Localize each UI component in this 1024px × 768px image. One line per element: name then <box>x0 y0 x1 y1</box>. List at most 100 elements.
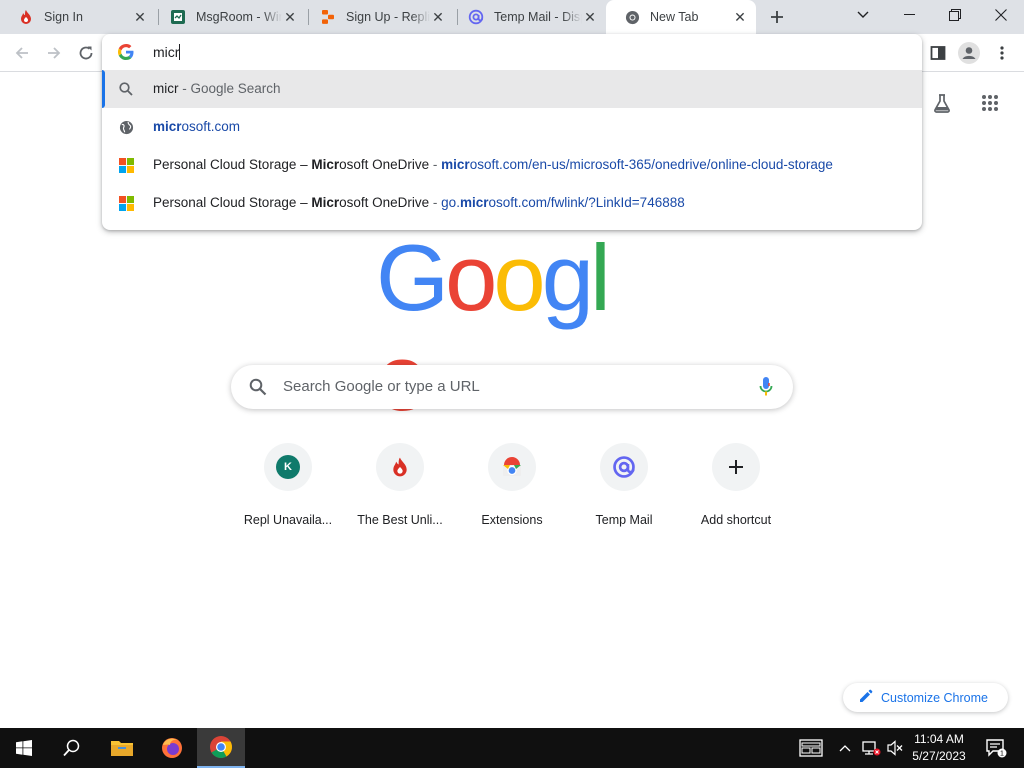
google-search-box[interactable]: Search Google or type a URL <box>231 365 793 409</box>
volume-button[interactable] <box>884 728 906 768</box>
customize-chrome-button[interactable]: Customize Chrome <box>843 683 1008 712</box>
tab-msgroom[interactable]: MsgRoom - Win ✕ <box>152 0 306 34</box>
tab-title: MsgRoom - Win <box>196 10 282 24</box>
shortcut-label: The Best Unli... <box>357 513 443 527</box>
shortcut-label: Extensions <box>481 513 543 527</box>
tab-search-button[interactable] <box>840 0 886 30</box>
close-icon <box>995 9 1007 21</box>
shortcut-repl-unavailable[interactable]: K Repl Unavaila... <box>232 441 344 541</box>
suggestion-microsoft-com[interactable]: microsoft.com <box>102 108 922 146</box>
omnibox-dropdown: micr micr - Google Search microsoft.com … <box>102 34 922 230</box>
search-placeholder: Search Google or type a URL <box>283 378 480 395</box>
firefox-button[interactable] <box>148 728 196 768</box>
back-button[interactable] <box>8 39 36 67</box>
search-icon <box>249 378 267 401</box>
close-icon[interactable]: ✕ <box>582 9 598 25</box>
minimize-button[interactable] <box>886 0 932 30</box>
tab-title: New Tab <box>650 10 699 24</box>
customize-chrome-label: Customize Chrome <box>881 690 988 705</box>
suggestion-url-match: micr <box>459 195 489 210</box>
close-icon[interactable]: ✕ <box>430 9 446 25</box>
tab-replit[interactable]: Sign Up - Replit ✕ <box>302 0 454 34</box>
close-window-button[interactable] <box>978 0 1024 30</box>
shortcut-label: Add shortcut <box>700 513 772 527</box>
side-panel-button[interactable] <box>924 39 952 67</box>
restore-icon <box>949 9 961 21</box>
close-icon[interactable]: ✕ <box>132 9 148 25</box>
flame-icon <box>393 457 407 477</box>
network-button[interactable] <box>858 728 884 768</box>
start-button[interactable] <box>0 728 48 768</box>
suggestion-onedrive-1[interactable]: Personal Cloud Storage – Microsoft OneDr… <box>102 146 922 184</box>
close-icon[interactable]: ✕ <box>282 9 298 25</box>
forward-button[interactable] <box>40 39 68 67</box>
msgroom-icon <box>170 9 186 25</box>
shortcut-tile <box>600 443 648 491</box>
google-apps-button[interactable] <box>978 91 1002 115</box>
tab-temp-mail[interactable]: Temp Mail - Disposable ✕ <box>450 0 606 34</box>
avatar-icon <box>958 42 980 64</box>
network-disconnected-icon <box>862 741 881 756</box>
arrow-right-icon <box>48 47 61 59</box>
shortcut-the-best-unli[interactable]: The Best Unli... <box>344 441 456 541</box>
suggestion-url-match: micr <box>441 157 470 172</box>
shortcut-label: Temp Mail <box>595 513 653 527</box>
menu-button[interactable] <box>988 39 1016 67</box>
suggestion-separator: - <box>429 195 442 210</box>
chevron-up-icon <box>839 745 851 752</box>
file-explorer-button[interactable] <box>98 728 146 768</box>
new-tab-button[interactable] <box>765 5 789 29</box>
close-icon[interactable]: ✕ <box>732 9 748 25</box>
text-caret <box>179 44 181 60</box>
chrome-taskbar-button[interactable] <box>197 728 245 768</box>
shortcut-temp-mail[interactable]: Temp Mail <box>568 441 680 541</box>
flame-icon <box>18 9 34 25</box>
shortcut-add[interactable]: Add shortcut <box>680 441 792 541</box>
plus-icon <box>771 11 783 23</box>
search-button[interactable] <box>48 728 96 768</box>
suggestion-text: micr - Google Search <box>153 81 281 96</box>
logo-letter: o <box>445 225 497 330</box>
shortcut-extensions[interactable]: Extensions <box>456 441 568 541</box>
suggestion-suffix: osoft.com <box>181 119 241 134</box>
chrome-web-store-icon <box>503 457 521 476</box>
logo-letter: g <box>541 225 594 330</box>
restore-button[interactable] <box>932 0 978 30</box>
suggestion-separator: - <box>429 157 442 172</box>
chrome-icon <box>210 736 232 758</box>
tab-sign-in[interactable]: Sign In ✕ <box>0 0 156 34</box>
letter-k-icon: K <box>276 455 300 479</box>
microsoft-logo-icon <box>118 195 134 211</box>
plus-icon <box>729 460 743 474</box>
search-icon <box>118 81 134 97</box>
keyboard-touch-button[interactable] <box>795 728 827 768</box>
shortcut-tile <box>488 443 536 491</box>
typed-text: micr <box>153 44 180 60</box>
suggestion-onedrive-2[interactable]: Personal Cloud Storage – Microsoft OneDr… <box>102 184 922 222</box>
suggestion-google-search[interactable]: micr - Google Search <box>102 70 922 108</box>
logo-letter: o <box>493 225 545 330</box>
suggestion-url: osoft.com/fwlink/?LinkId=746888 <box>488 195 685 210</box>
minimize-icon <box>903 14 915 15</box>
reload-button[interactable] <box>72 39 100 67</box>
suggestion-suffix: - Google Search <box>178 81 281 96</box>
tab-new-tab[interactable]: New Tab ✕ <box>606 0 756 34</box>
shortcut-label: Repl Unavaila... <box>243 513 333 527</box>
notifications-button[interactable]: 1 <box>976 728 1016 768</box>
address-input-text[interactable]: micr <box>153 44 181 60</box>
folder-icon <box>111 741 133 756</box>
more-vertical-icon <box>1000 46 1004 60</box>
profile-button[interactable] <box>955 39 983 67</box>
pencil-icon <box>859 689 873 706</box>
speaker-muted-icon <box>887 740 903 756</box>
tab-title: Sign Up - Replit <box>346 10 430 24</box>
suggestion-text: microsoft.com <box>153 119 240 134</box>
taskbar-clock[interactable]: 11:04 AM 5/27/2023 <box>906 731 972 765</box>
suggestion-text: Personal Cloud Storage – Microsoft OneDr… <box>153 195 685 210</box>
replit-icon <box>320 9 336 25</box>
microphone-icon[interactable] <box>759 376 773 403</box>
labs-button[interactable] <box>930 91 954 115</box>
notification-count: 1 <box>1000 751 1004 758</box>
address-bar[interactable]: micr <box>102 34 922 70</box>
show-hidden-icons-button[interactable] <box>834 728 856 768</box>
